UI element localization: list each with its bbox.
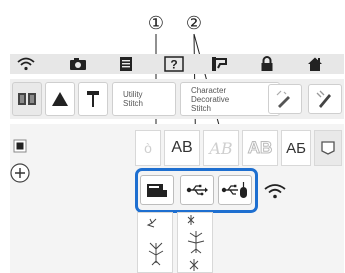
add-button[interactable] — [10, 163, 30, 183]
font-cell-cyrillic-label: AБ — [286, 139, 306, 157]
lock-icon[interactable] — [255, 54, 279, 74]
needle-icon — [87, 91, 99, 107]
mode-bar: Utility Stitch Character Decorative Stit… — [10, 79, 344, 119]
panel-shape-icon — [321, 141, 335, 155]
pattern-shape-button[interactable] — [45, 82, 75, 116]
triangle-icon — [52, 92, 68, 106]
utility-stitch-label: Utility Stitch — [123, 90, 144, 108]
needle-button[interactable] — [78, 82, 108, 116]
wireless-button[interactable] — [262, 180, 288, 202]
plus-circle-icon — [10, 163, 30, 183]
embroidery-book-button[interactable] — [12, 82, 42, 116]
camera-icon[interactable] — [66, 54, 90, 74]
font-cell-plain-label: AB — [171, 139, 193, 156]
stitch-pencil-icon — [316, 90, 331, 108]
callout-2: ② — [185, 13, 203, 34]
font-scroll-button[interactable] — [314, 130, 342, 166]
callout-1: ① — [147, 13, 165, 34]
font-cell-outline[interactable]: AB — [242, 130, 278, 166]
svg-text:?: ? — [170, 58, 177, 72]
source-highlight — [135, 168, 258, 213]
character-decorative-stitch-button[interactable]: Character Decorative Stitch — [180, 82, 280, 116]
wifi-icon — [264, 184, 286, 199]
font-cell-cyrillic[interactable]: AБ — [281, 130, 311, 166]
decorative-stitch-pattern — [146, 218, 164, 266]
thread-icon[interactable] — [207, 54, 231, 74]
wifi-icon[interactable] — [14, 54, 38, 74]
edit-pattern-button[interactable] — [268, 84, 302, 114]
stitch-edit-button[interactable] — [308, 84, 342, 114]
decorative-stitch-pattern — [187, 215, 205, 271]
book-icon — [18, 93, 36, 105]
pencil-diagonal-icon — [275, 89, 295, 109]
font-cell-script-label: AB — [209, 138, 233, 158]
home-icon[interactable] — [303, 54, 327, 74]
color-square-icon — [13, 139, 27, 153]
utility-stitch-button[interactable]: Utility Stitch — [112, 82, 176, 116]
font-cell-outline-label: AB — [247, 138, 273, 158]
help-icon[interactable]: ? — [162, 54, 186, 74]
font-cell-partial-glyph: ò — [144, 140, 152, 156]
font-cell-plain[interactable]: AB — [164, 130, 200, 166]
character-decorative-stitch-label: Character Decorative Stitch — [191, 85, 230, 113]
stitch-pattern-thumb-1[interactable] — [137, 212, 173, 273]
thread-color-button[interactable] — [10, 136, 30, 156]
document-icon[interactable] — [114, 54, 138, 74]
status-bar: ? — [10, 54, 344, 74]
font-cell-partial[interactable]: ò — [135, 130, 161, 166]
font-cell-script[interactable]: AB — [203, 130, 239, 166]
stitch-pattern-thumb-2[interactable] — [177, 212, 213, 273]
